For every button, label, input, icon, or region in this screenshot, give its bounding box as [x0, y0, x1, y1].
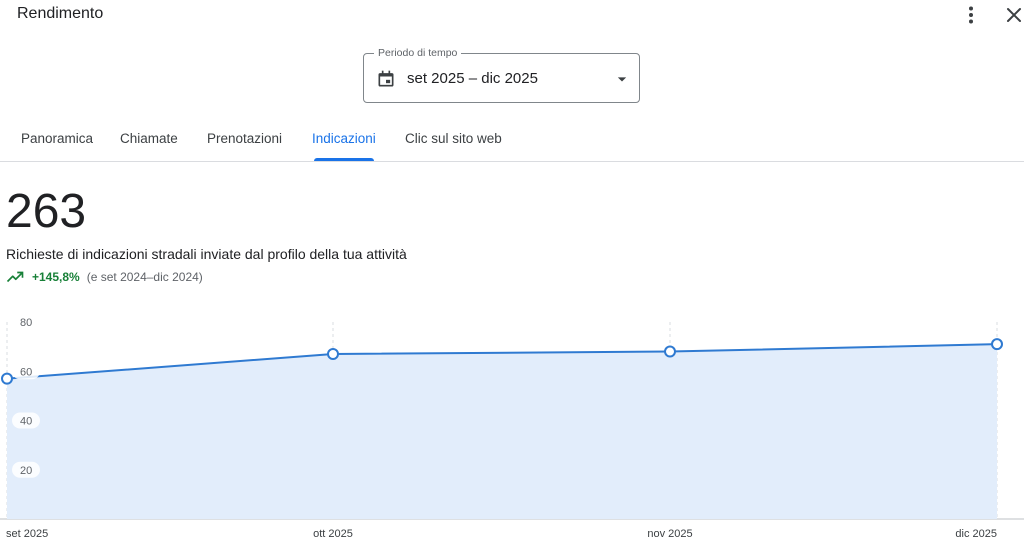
tab-label: Indicazioni	[312, 131, 376, 146]
tab-label: Chiamate	[120, 131, 178, 146]
metric-value: 263	[6, 185, 87, 238]
more-options-button[interactable]	[959, 3, 983, 27]
chart-point[interactable]	[327, 348, 339, 361]
tab-indicazioni[interactable]: Indicazioni	[312, 120, 376, 161]
period-select[interactable]: Periodo di tempo set 2025 – dic 2025	[363, 46, 640, 103]
tab-chiamate[interactable]: Chiamate	[120, 120, 178, 161]
tab-clic-sito-web[interactable]: Clic sul sito web	[405, 120, 502, 161]
period-value: set 2025 – dic 2025	[407, 70, 538, 87]
tab-label: Panoramica	[21, 131, 94, 146]
y-tick-label: 40	[20, 416, 32, 428]
x-tick-label: set 2025	[6, 528, 48, 540]
tab-label: Clic sul sito web	[405, 131, 502, 146]
tab-panoramica[interactable]: Panoramica	[21, 120, 93, 161]
tab-bar: Panoramica Chiamate Prenotazioni Indicaz…	[0, 120, 1024, 162]
chart-point[interactable]	[991, 338, 1003, 351]
metric-trend: +145,8% (e set 2024–dic 2024)	[6, 269, 203, 285]
x-tick-label: dic 2025	[955, 528, 997, 540]
x-tick-label: ott 2025	[313, 528, 353, 540]
directions-chart: 20 40 60 80 set 2025 ott 2025 nov 2025 dic 202…	[0, 314, 1024, 540]
trend-value: +145,8%	[32, 270, 80, 284]
close-icon	[1007, 8, 1021, 22]
metric-description: Richieste di indicazioni stradali inviat…	[6, 246, 407, 262]
y-tick-label: 60	[20, 366, 32, 378]
trend-comparison: (e set 2024–dic 2024)	[86, 270, 203, 284]
more-vert-icon	[969, 6, 973, 24]
calendar-icon	[378, 70, 394, 87]
chart-point[interactable]	[1, 372, 13, 385]
x-tick-label: nov 2025	[647, 528, 692, 540]
chart-area	[7, 344, 997, 519]
tab-prenotazioni[interactable]: Prenotazioni	[207, 120, 282, 161]
tab-label: Prenotazioni	[207, 131, 283, 146]
arrow-drop-down-icon	[617, 77, 627, 82]
active-tab-indicator	[314, 158, 374, 161]
chart-point[interactable]	[664, 345, 676, 358]
period-label: Periodo di tempo	[374, 46, 462, 60]
y-tick-label: 20	[20, 465, 32, 477]
y-tick-label: 80	[20, 317, 32, 329]
page-title: Rendimento	[17, 5, 104, 22]
close-button[interactable]	[1002, 3, 1024, 27]
trending-up-icon	[6, 271, 24, 283]
